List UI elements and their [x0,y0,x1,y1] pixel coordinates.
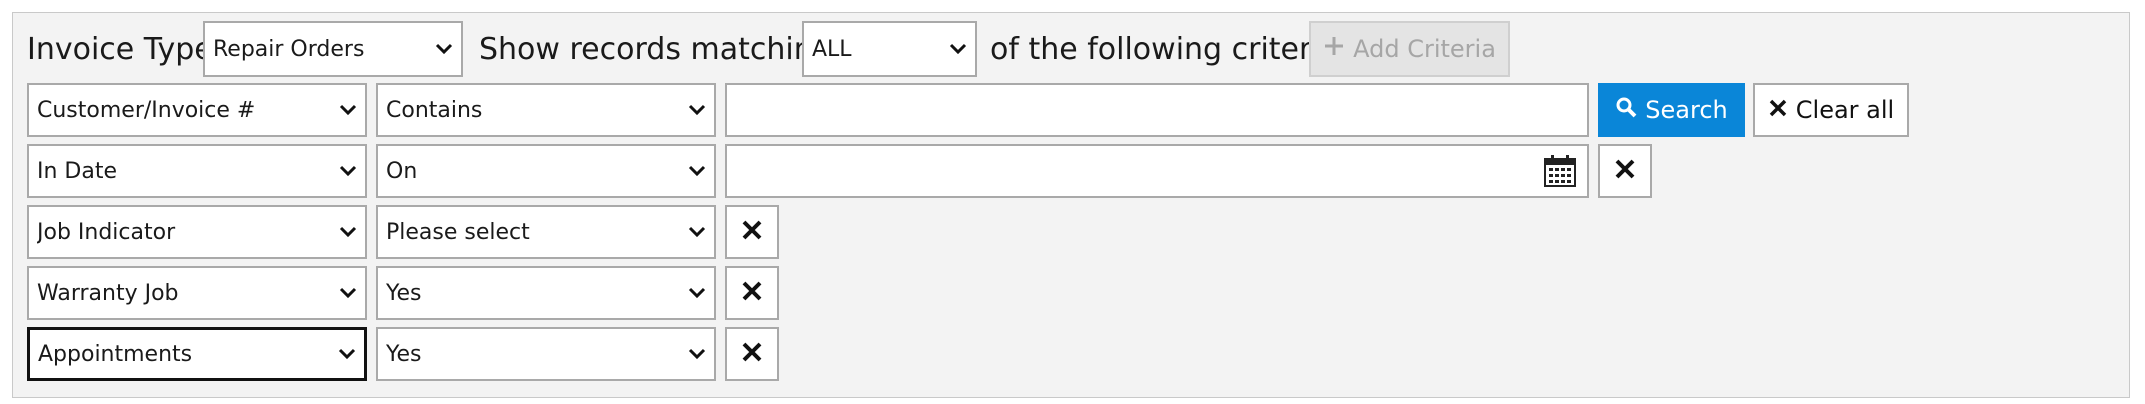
chevron-down-icon [427,23,461,75]
remove-criteria-button[interactable] [1598,144,1652,198]
chevron-down-icon [331,146,365,196]
criteria-field-select[interactable]: In Date [27,144,367,198]
criteria-operator-select[interactable]: Contains [376,83,716,137]
search-criteria-panel: Invoice Type Repair Orders Show records … [12,12,2130,398]
criteria-field-value: Customer/Invoice # [37,97,256,123]
criteria-field-select[interactable]: Appointments [27,327,367,381]
invoice-type-label: Invoice Type [27,32,213,67]
chevron-down-icon [680,85,714,135]
criteria-operator-value: Yes [386,280,422,306]
chevron-down-icon [680,146,714,196]
criteria-field-select[interactable]: Customer/Invoice # [27,83,367,137]
matching-select[interactable]: ALL [802,21,977,77]
criteria-operator-select[interactable]: Please select [376,205,716,259]
chevron-down-icon [680,207,714,257]
criteria-operator-value: Contains [386,97,483,123]
chevron-down-icon [680,268,714,318]
criteria-operator-select[interactable]: Yes [376,327,716,381]
date-input-wrapper [725,144,1589,198]
date-value-input[interactable] [725,144,1589,198]
remove-criteria-button[interactable] [725,266,779,320]
plus-icon [1323,35,1345,63]
chevron-down-icon [331,207,365,257]
search-icon [1615,96,1637,124]
criteria-field-value: In Date [37,158,118,184]
criteria-operator-select[interactable]: On [376,144,716,198]
calendar-icon[interactable] [1543,154,1577,188]
chevron-down-icon [330,330,364,378]
criteria-value-input[interactable] [725,83,1589,137]
invoice-type-select[interactable]: Repair Orders [203,21,463,77]
invoice-type-value: Repair Orders [213,36,365,62]
close-icon [1614,158,1636,184]
following-criteria-label: of the following criteria [990,32,1339,67]
close-icon [741,341,763,367]
add-criteria-label: Add Criteria [1353,35,1496,63]
clear-all-button[interactable]: Clear all [1753,83,1909,137]
close-icon [741,280,763,306]
chevron-down-icon [331,85,365,135]
close-icon [1768,96,1788,124]
remove-criteria-button[interactable] [725,205,779,259]
criteria-operator-value: Yes [386,341,422,367]
criteria-field-value: Warranty Job [37,280,179,306]
criteria-field-select[interactable]: Job Indicator [27,205,367,259]
clear-all-label: Clear all [1795,96,1895,124]
criteria-operator-value: Please select [386,219,530,245]
search-label: Search [1645,96,1728,124]
remove-criteria-button[interactable] [725,327,779,381]
criteria-operator-select[interactable]: Yes [376,266,716,320]
close-icon [741,219,763,245]
show-records-label: Show records matching [479,32,832,67]
criteria-field-value: Job Indicator [37,219,176,245]
chevron-down-icon [680,329,714,379]
criteria-operator-value: On [386,158,418,184]
chevron-down-icon [331,268,365,318]
criteria-field-value: Appointments [38,341,193,367]
matching-value: ALL [812,36,852,62]
add-criteria-button[interactable]: Add Criteria [1309,21,1510,77]
chevron-down-icon [941,23,975,75]
criteria-field-select[interactable]: Warranty Job [27,266,367,320]
search-button[interactable]: Search [1598,83,1745,137]
